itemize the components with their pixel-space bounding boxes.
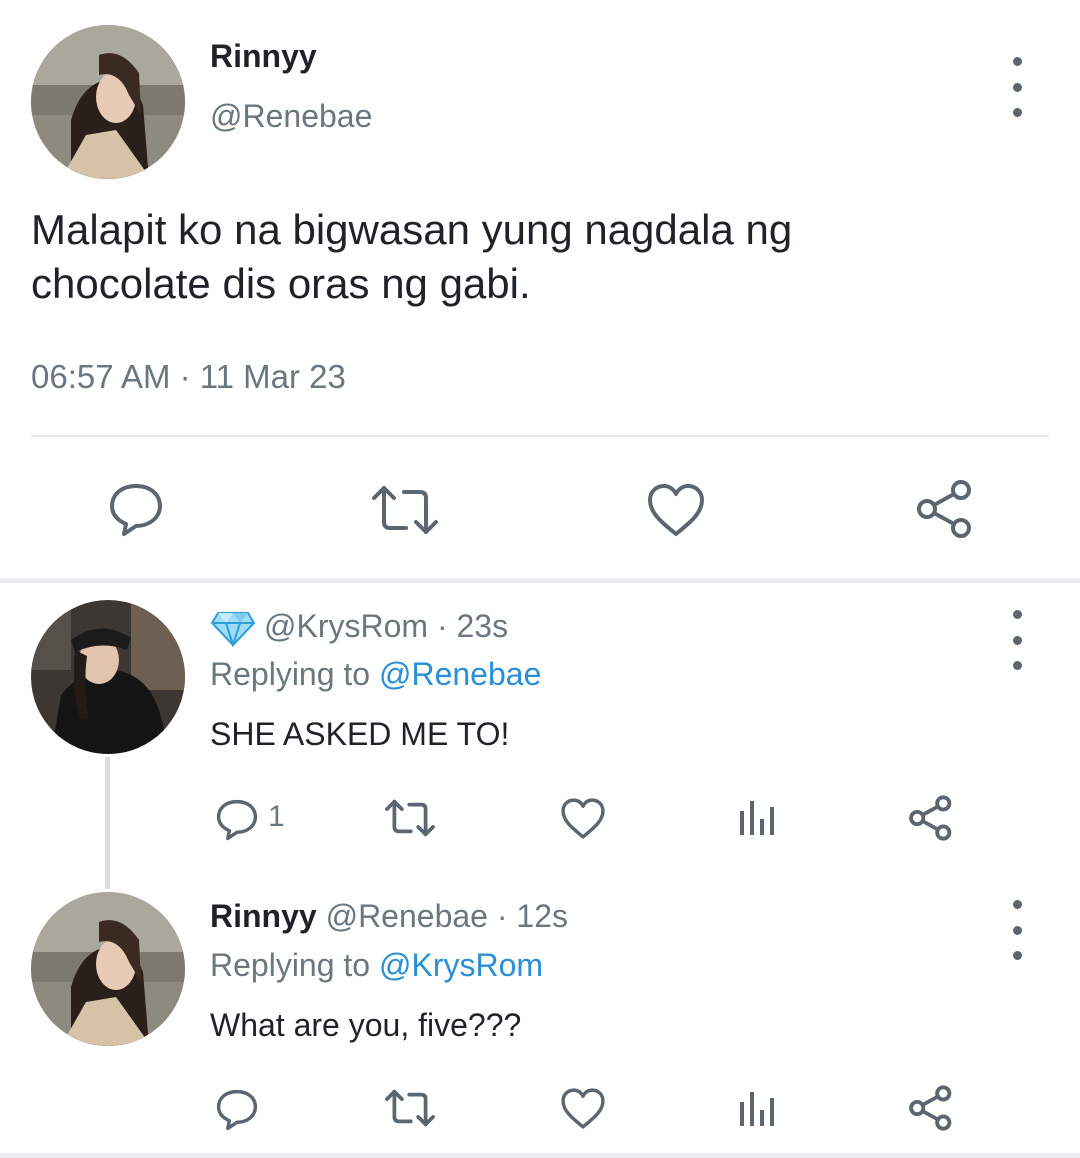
retweet-icon[interactable] <box>370 482 440 538</box>
more-options-icon[interactable] <box>1007 57 1027 117</box>
reply-count: 1 <box>268 800 285 833</box>
avatar[interactable] <box>31 892 185 1046</box>
diamond-icon <box>210 611 256 647</box>
reply-header: @KrysRom · 23s <box>264 608 508 645</box>
like-icon[interactable] <box>646 482 706 538</box>
replying-to: Replying to @Renebae <box>210 656 541 693</box>
reply-icon[interactable] <box>214 797 260 843</box>
divider <box>31 435 1049 437</box>
reply-text: SHE ASKED ME TO! <box>210 716 510 752</box>
section-divider <box>0 1153 1080 1158</box>
replying-to-link[interactable]: @KrysRom <box>379 947 543 983</box>
reply-text: What are you, five??? <box>210 1007 522 1043</box>
share-icon[interactable] <box>908 1084 954 1132</box>
retweet-icon[interactable] <box>384 1087 436 1129</box>
more-options-icon[interactable] <box>1007 610 1027 670</box>
avatar[interactable] <box>31 25 185 179</box>
replying-to-link[interactable]: @Renebae <box>379 656 541 692</box>
reply-icon[interactable] <box>214 1087 260 1133</box>
avatar[interactable] <box>31 600 185 754</box>
reply-handle[interactable]: @KrysRom <box>264 608 428 644</box>
author-name[interactable]: Rinnyy <box>210 38 317 75</box>
reply-time: · 12s <box>496 898 568 934</box>
reply-header: Rinnyy @Renebae · 12s <box>210 898 568 935</box>
share-icon[interactable] <box>908 794 954 842</box>
like-icon[interactable] <box>560 797 606 840</box>
reply-time: · 23s <box>436 608 509 644</box>
replying-prefix: Replying to <box>210 656 371 692</box>
replying-prefix: Replying to <box>210 947 371 983</box>
reply-icon[interactable] <box>106 480 166 540</box>
more-options-icon[interactable] <box>1007 900 1027 960</box>
analytics-icon[interactable] <box>738 1088 778 1128</box>
thread-line <box>105 757 110 889</box>
like-icon[interactable] <box>560 1087 606 1130</box>
section-divider <box>0 578 1080 583</box>
reply-author-name[interactable]: Rinnyy <box>210 898 317 934</box>
tweet-timestamp: 06:57 AM · 11 Mar 23 <box>31 358 346 395</box>
tweet-text-line-2: chocolate dis oras ng gabi. <box>31 260 531 307</box>
replying-to: Replying to @KrysRom <box>210 947 543 984</box>
author-handle[interactable]: @Renebae <box>210 98 372 135</box>
retweet-icon[interactable] <box>384 797 436 839</box>
reply-handle[interactable]: @Renebae <box>326 898 488 934</box>
share-icon[interactable] <box>915 478 975 540</box>
analytics-icon[interactable] <box>738 797 778 837</box>
tweet-text-line-1: Malapit ko na bigwasan yung nagdala ng <box>31 206 793 253</box>
